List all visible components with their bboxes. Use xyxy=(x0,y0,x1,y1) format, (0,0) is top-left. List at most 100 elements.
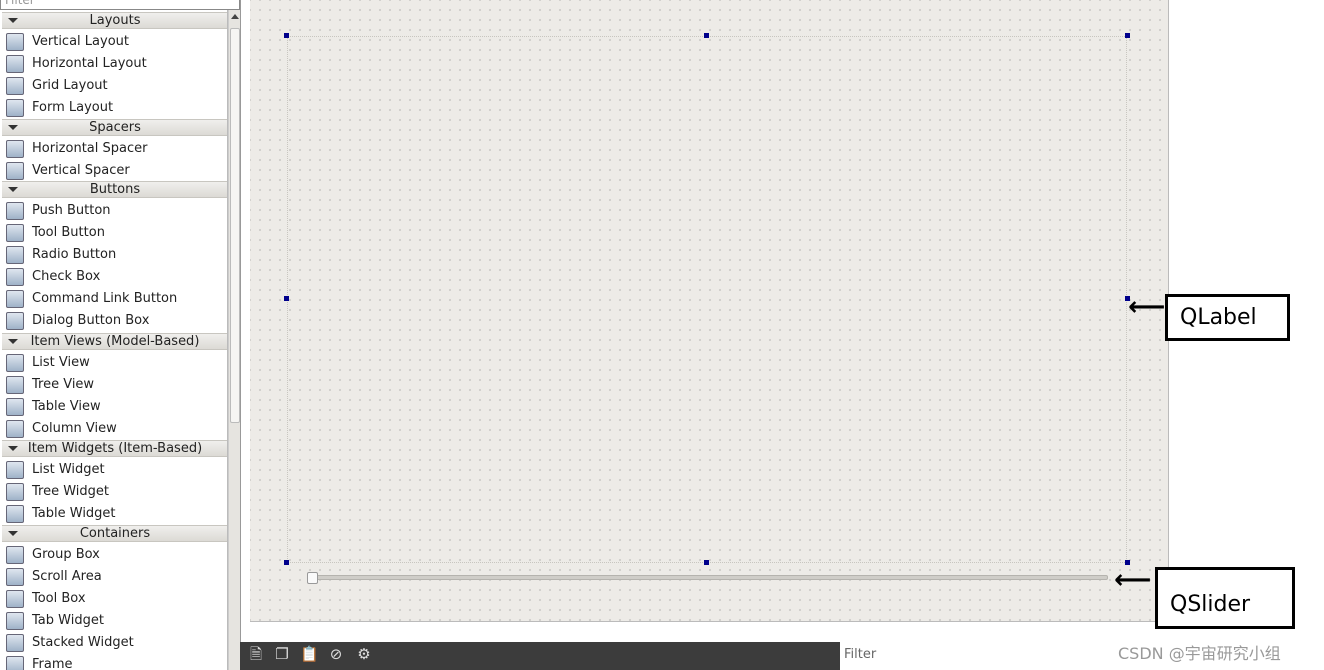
selection-handle[interactable] xyxy=(1125,33,1130,38)
widget-box: Layouts Vertical Layout Horizontal Layout G… xyxy=(0,10,228,670)
widget-item-vertical-layout[interactable]: Vertical Layout xyxy=(6,31,129,53)
widget-item-tab-widget[interactable]: Tab Widget xyxy=(6,610,104,632)
widget-item-frame[interactable]: Frame xyxy=(6,654,73,670)
settings-icon[interactable]: ⚙ xyxy=(356,645,372,663)
widget-item-dialog-button-box[interactable]: Dialog Button Box xyxy=(6,310,149,332)
widget-item-horizontal-spacer[interactable]: Horizontal Spacer xyxy=(6,138,147,160)
widget-item-tool-box[interactable]: Tool Box xyxy=(6,588,86,610)
vertical-spacer-icon xyxy=(6,161,24,180)
widget-item-form-layout[interactable]: Form Layout xyxy=(6,97,113,119)
widget-item-command-link-button[interactable]: Command Link Button xyxy=(6,288,177,310)
qslider-handle[interactable] xyxy=(307,572,318,584)
widget-item-label: Push Button xyxy=(32,203,111,218)
widget-item-label: Radio Button xyxy=(32,247,117,262)
command-link-button-icon xyxy=(6,289,24,308)
collapse-arrow-icon[interactable] xyxy=(8,187,18,192)
widget-item-table-widget[interactable]: Table Widget xyxy=(6,503,116,525)
delete-icon[interactable]: ⊘ xyxy=(328,645,344,663)
push-button-icon xyxy=(6,201,24,220)
category-title: Buttons xyxy=(89,182,141,197)
widget-item-label: Horizontal Layout xyxy=(32,56,147,71)
category-item-widgets-item-based[interactable]: Item Widgets (Item-Based) xyxy=(2,440,227,457)
frame-icon xyxy=(6,655,24,670)
list-widget-icon xyxy=(6,460,24,479)
widget-item-label: Group Box xyxy=(32,547,100,562)
selection-handle[interactable] xyxy=(284,560,289,565)
tree-widget-icon xyxy=(6,482,24,501)
widget-item-tool-button[interactable]: Tool Button xyxy=(6,222,105,244)
widget-item-label: Tree View xyxy=(32,377,95,392)
widget-item-tree-view[interactable]: Tree View xyxy=(6,374,94,396)
copy-icon[interactable]: ❐ xyxy=(274,645,290,663)
collapse-arrow-icon[interactable] xyxy=(8,531,18,536)
category-containers[interactable]: Containers xyxy=(2,525,227,542)
widget-item-horizontal-layout[interactable]: Horizontal Layout xyxy=(6,53,147,75)
widget-item-vertical-spacer[interactable]: Vertical Spacer xyxy=(6,160,130,182)
scroll-up-icon[interactable] xyxy=(231,14,239,19)
watermark: CSDN @宇宙研究小组 xyxy=(1118,644,1281,663)
widget-item-label: Tab Widget xyxy=(32,613,104,628)
qslider-groove[interactable] xyxy=(312,575,1108,580)
widget-item-push-button[interactable]: Push Button xyxy=(6,200,111,222)
widget-item-tree-widget[interactable]: Tree Widget xyxy=(6,481,109,503)
category-spacers[interactable]: Spacers xyxy=(2,119,227,136)
bottom-toolbar: 🗎 ❐ 📋 ⊘ ⚙ xyxy=(240,642,840,670)
selection-handle[interactable] xyxy=(704,560,709,565)
widget-item-label: Vertical Layout xyxy=(32,34,129,49)
widget-item-grid-layout[interactable]: Grid Layout xyxy=(6,75,108,97)
category-buttons[interactable]: Buttons xyxy=(2,181,227,198)
widget-item-stacked-widget[interactable]: Stacked Widget xyxy=(6,632,134,654)
widget-item-label: Form Layout xyxy=(32,100,114,115)
category-title: Spacers xyxy=(89,120,141,135)
dialog-button-box-icon xyxy=(6,311,24,330)
widget-item-label: Frame xyxy=(32,657,73,670)
widget-item-column-view[interactable]: Column View xyxy=(6,418,117,440)
bottom-filter-input[interactable]: Filter xyxy=(840,644,1130,670)
arrow-icon: ⟵ xyxy=(1114,565,1152,595)
table-widget-icon xyxy=(6,504,24,523)
widget-item-label: Stacked Widget xyxy=(32,635,134,650)
widget-item-list-view[interactable]: List View xyxy=(6,352,90,374)
tool-button-icon xyxy=(6,223,24,242)
collapse-arrow-icon[interactable] xyxy=(8,18,18,23)
category-layouts[interactable]: Layouts xyxy=(2,12,227,29)
arrow-icon: ⟵ xyxy=(1128,292,1166,322)
qlabel-widget[interactable] xyxy=(287,36,1127,563)
check-box-icon xyxy=(6,267,24,286)
widget-item-scroll-area[interactable]: Scroll Area xyxy=(6,566,102,588)
category-item-views-model-based[interactable]: Item Views (Model-Based) xyxy=(2,333,227,350)
widget-item-list-widget[interactable]: List Widget xyxy=(6,459,105,481)
collapse-arrow-icon[interactable] xyxy=(8,125,18,130)
widget-item-label: Column View xyxy=(32,421,117,436)
new-icon[interactable]: 🗎 xyxy=(248,645,264,663)
widget-item-table-view[interactable]: Table View xyxy=(6,396,101,418)
widget-item-label: Dialog Button Box xyxy=(32,313,150,328)
radio-button-icon xyxy=(6,245,24,264)
widget-item-label: Check Box xyxy=(32,269,101,284)
scroll-thumb[interactable] xyxy=(230,28,240,423)
widget-filter-input[interactable]: Filter xyxy=(0,0,240,10)
widget-box-scrollbar[interactable] xyxy=(228,10,240,670)
widget-item-label: Table Widget xyxy=(32,506,116,521)
widget-item-radio-button[interactable]: Radio Button xyxy=(6,244,116,266)
widget-item-label: List Widget xyxy=(32,462,105,477)
category-title: Item Views (Model-Based) xyxy=(30,334,200,349)
paste-icon[interactable]: 📋 xyxy=(300,645,319,663)
list-view-icon xyxy=(6,353,24,372)
widget-item-label: Scroll Area xyxy=(32,569,102,584)
tree-view-icon xyxy=(6,375,24,394)
widget-item-label: Tool Button xyxy=(32,225,105,240)
widget-item-label: Grid Layout xyxy=(32,78,108,93)
widget-item-label: Tool Box xyxy=(32,591,86,606)
selection-handle[interactable] xyxy=(704,33,709,38)
form-layout-icon xyxy=(6,98,24,117)
selection-handle[interactable] xyxy=(284,296,289,301)
group-box-icon xyxy=(6,545,24,564)
widget-item-check-box[interactable]: Check Box xyxy=(6,266,100,288)
horizontal-layout-icon xyxy=(6,54,24,73)
widget-item-group-box[interactable]: Group Box xyxy=(6,544,100,566)
selection-handle[interactable] xyxy=(284,33,289,38)
column-view-icon xyxy=(6,419,24,438)
collapse-arrow-icon[interactable] xyxy=(8,446,18,451)
collapse-arrow-icon[interactable] xyxy=(8,339,18,344)
